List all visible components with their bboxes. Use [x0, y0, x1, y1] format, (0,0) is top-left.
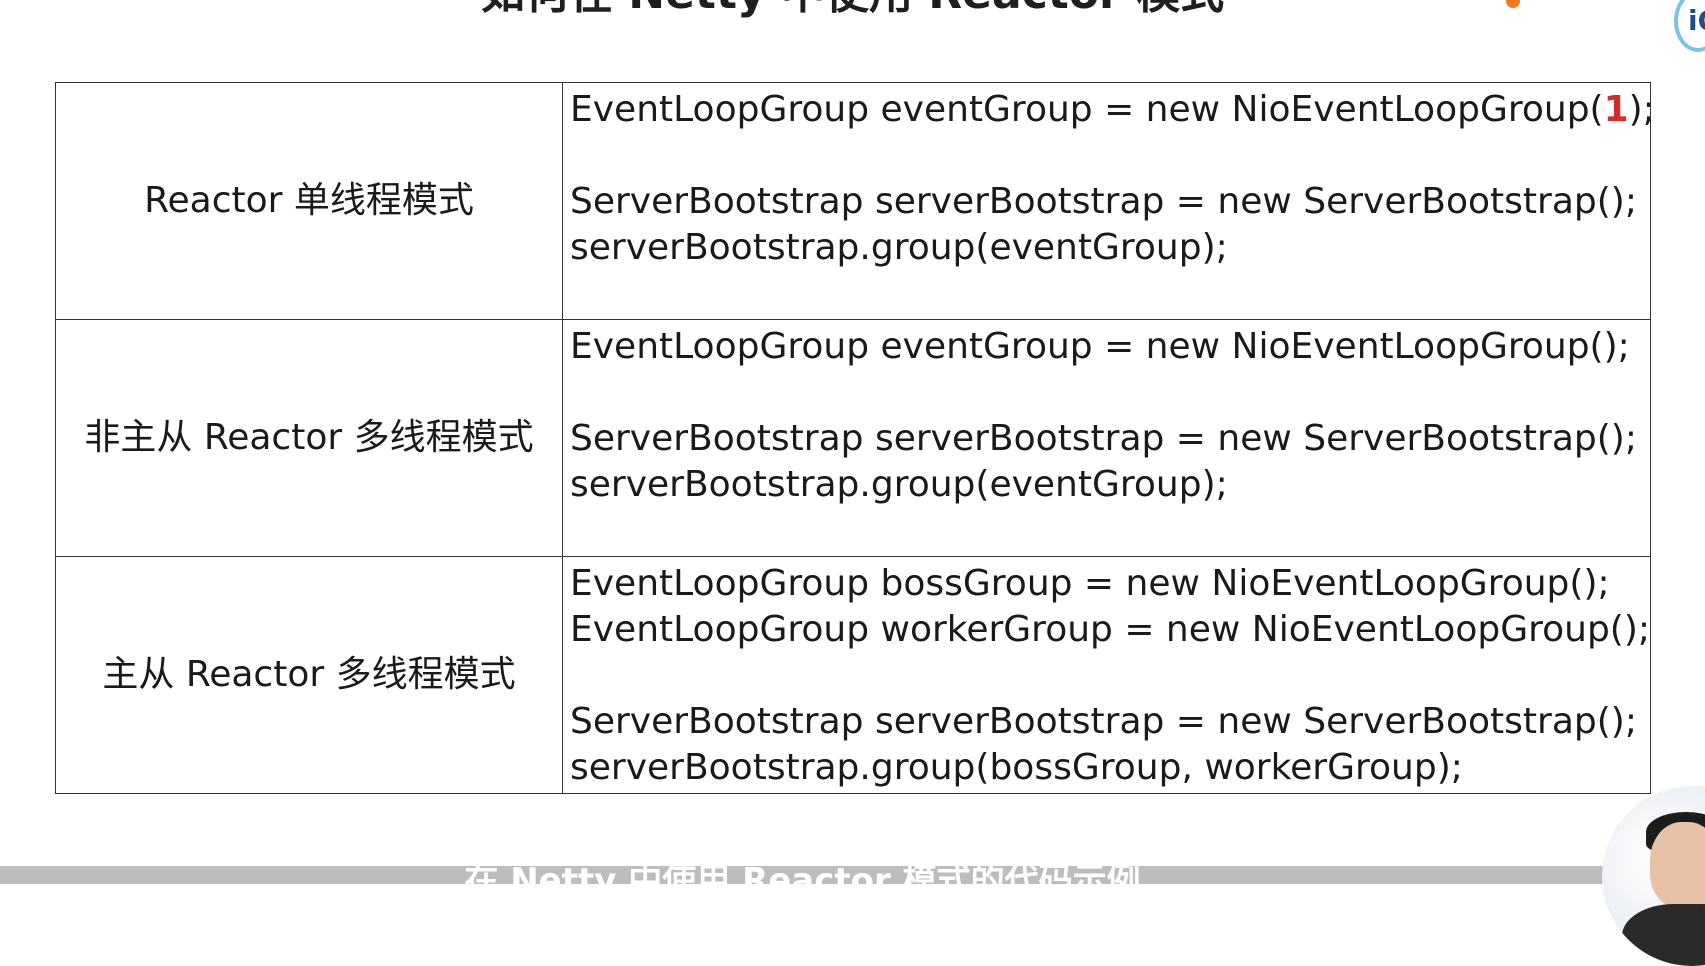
table-row: 主从 Reactor 多线程模式 EventLoopGroup bossGrou…: [55, 556, 1651, 794]
reactor-mode-table: Reactor 单线程模式 EventLoopGroup eventGroup …: [55, 82, 1651, 794]
code-line: ServerBootstrap serverBootstrap = new Se…: [570, 418, 1637, 459]
mode-name-cell: 非主从 Reactor 多线程模式: [55, 319, 563, 557]
code-line: EventLoopGroup workerGroup = new NioEven…: [570, 609, 1651, 650]
code-text: );: [1628, 89, 1650, 130]
slide-title: 如何在 Netty 中使用 Reactor 模式: [0, 0, 1705, 20]
subtitle-caption: 在 Netty 中使用 Reactor 模式的代码示例: [0, 866, 1605, 884]
presenter-body: [1622, 904, 1705, 966]
code-line: ServerBootstrap serverBootstrap = new Se…: [570, 181, 1637, 222]
table-row: 非主从 Reactor 多线程模式 EventLoopGroup eventGr…: [55, 319, 1651, 557]
logo-glyph: iC: [1688, 4, 1705, 37]
logo-icon: iC: [1674, 0, 1705, 52]
code-line: serverBootstrap.group(eventGroup);: [570, 464, 1228, 505]
code-text: EventLoopGroup eventGroup = new NioEvent…: [570, 89, 1604, 130]
presenter-face: [1650, 822, 1705, 908]
code-cell: EventLoopGroup eventGroup = new NioEvent…: [562, 82, 1651, 320]
code-line: EventLoopGroup eventGroup = new NioEvent…: [570, 326, 1630, 367]
presenter-avatar: [1602, 786, 1705, 966]
mode-name-cell: Reactor 单线程模式: [55, 82, 563, 320]
code-line: ServerBootstrap serverBootstrap = new Se…: [570, 701, 1637, 742]
code-line: EventLoopGroup bossGroup = new NioEventL…: [570, 563, 1610, 604]
thread-count-highlight: 1: [1603, 89, 1629, 130]
code-line: serverBootstrap.group(bossGroup, workerG…: [570, 747, 1463, 788]
code-line: EventLoopGroup eventGroup = new NioEvent…: [570, 87, 1650, 133]
mode-name-cell: 主从 Reactor 多线程模式: [55, 556, 563, 794]
code-cell: EventLoopGroup eventGroup = new NioEvent…: [562, 319, 1651, 557]
code-line: serverBootstrap.group(eventGroup);: [570, 227, 1228, 268]
table-row: Reactor 单线程模式 EventLoopGroup eventGroup …: [55, 82, 1651, 320]
code-cell: EventLoopGroup bossGroup = new NioEventL…: [562, 556, 1651, 794]
